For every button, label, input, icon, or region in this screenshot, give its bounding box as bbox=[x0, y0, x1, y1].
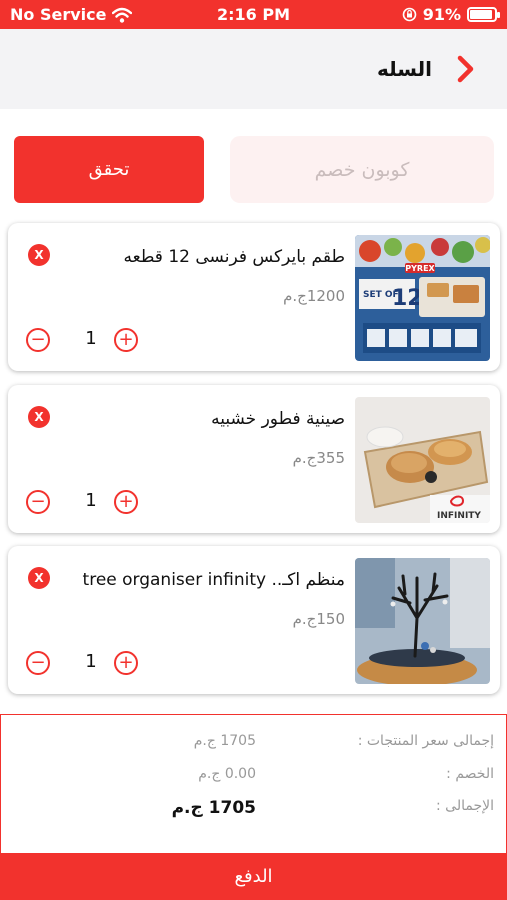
app-header: السله bbox=[0, 29, 507, 109]
discount-row: الخصم : 0.00 ج.م bbox=[1, 766, 507, 790]
pay-button[interactable]: الدفع bbox=[0, 853, 507, 900]
pyrex-set-image: PYREX SET OF 12 bbox=[355, 235, 490, 361]
order-summary: إجمالى سعر المنتجات : 1705 ج.م الخصم : 0… bbox=[0, 714, 507, 854]
verify-coupon-button[interactable]: تحقق bbox=[14, 136, 204, 203]
decrease-quantity-icon[interactable]: − bbox=[26, 328, 50, 352]
status-right: 91% bbox=[402, 5, 500, 24]
increase-quantity-icon[interactable]: + bbox=[114, 328, 138, 352]
quantity-value: 1 bbox=[85, 490, 97, 511]
battery-icon bbox=[467, 7, 500, 22]
product-image: INFINITY bbox=[355, 397, 490, 523]
cart-item-card: PYREX SET OF 12 طقم بايركس فرنسى 12 قطعه… bbox=[8, 223, 500, 371]
quantity-stepper: − 1 + bbox=[26, 328, 141, 354]
total-row: الإجمالى : 1705 ج.م bbox=[1, 798, 507, 822]
product-price: 355ج.م bbox=[292, 449, 345, 467]
remove-item-icon[interactable]: X bbox=[28, 244, 50, 266]
increase-quantity-icon[interactable]: + bbox=[114, 651, 138, 675]
quantity-stepper: − 1 + bbox=[26, 651, 141, 677]
increase-quantity-icon[interactable]: + bbox=[114, 490, 138, 514]
cart-item-card: INFINITY صينية فطور خشبيه 355ج.م X − 1 + bbox=[8, 385, 500, 533]
product-name: منظم اكـ.. tree organiser infinity bbox=[82, 570, 345, 590]
back-chevron-icon[interactable] bbox=[453, 53, 477, 85]
infinity-logo-text: INFINITY bbox=[437, 511, 481, 521]
product-price: 1200ج.م bbox=[283, 287, 345, 305]
decrease-quantity-icon[interactable]: − bbox=[26, 490, 50, 514]
status-bar: No Service 2:16 PM 91% bbox=[0, 0, 507, 29]
remove-item-icon[interactable]: X bbox=[28, 567, 50, 589]
orientation-lock-icon bbox=[402, 7, 417, 22]
coupon-input[interactable] bbox=[230, 136, 494, 203]
subtotal-label: إجمالى سعر المنتجات : bbox=[357, 733, 494, 749]
set-count-text: 12 bbox=[392, 286, 423, 311]
remove-item-icon[interactable]: X bbox=[28, 406, 50, 428]
battery-percent: 91% bbox=[422, 5, 461, 24]
discount-value: 0.00 ج.م bbox=[198, 766, 256, 782]
product-name: طقم بايركس فرنسى 12 قطعه bbox=[123, 247, 345, 267]
tree-organiser-image bbox=[355, 558, 490, 684]
cart-item-card: منظم اكـ.. tree organiser infinity 150ج.… bbox=[8, 546, 500, 694]
product-price: 150ج.م bbox=[292, 610, 345, 628]
decrease-quantity-icon[interactable]: − bbox=[26, 651, 50, 675]
breakfast-tray-image: INFINITY bbox=[355, 397, 490, 523]
quantity-value: 1 bbox=[85, 328, 97, 349]
quantity-value: 1 bbox=[85, 651, 97, 672]
subtotal-row: إجمالى سعر المنتجات : 1705 ج.م bbox=[1, 733, 507, 757]
total-label: الإجمالى : bbox=[436, 798, 494, 814]
pyrex-logo-text: PYREX bbox=[405, 264, 435, 273]
quantity-stepper: − 1 + bbox=[26, 490, 141, 516]
discount-label: الخصم : bbox=[446, 766, 494, 782]
product-image: PYREX SET OF 12 bbox=[355, 235, 490, 361]
product-name: صينية فطور خشبيه bbox=[211, 409, 345, 429]
coupon-row: تحقق bbox=[14, 136, 494, 203]
battery-level bbox=[470, 10, 492, 19]
product-image bbox=[355, 558, 490, 684]
total-value: 1705 ج.م bbox=[171, 798, 256, 818]
page-title: السله bbox=[376, 57, 432, 81]
subtotal-value: 1705 ج.م bbox=[193, 733, 256, 749]
